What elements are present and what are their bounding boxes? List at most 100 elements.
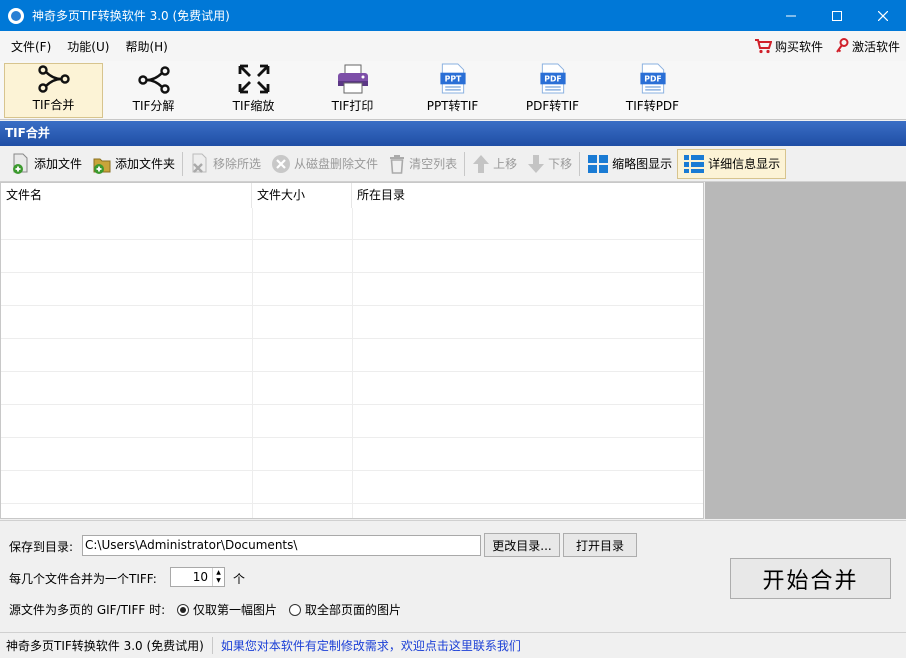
tool-label: TIF分解 xyxy=(132,99,175,113)
tool-label: TIF缩放 xyxy=(232,99,275,113)
status-contact-link[interactable]: 如果您对本软件有定制修改需求，欢迎点击这里联系我们 xyxy=(213,637,521,654)
add-folder-icon xyxy=(93,158,111,174)
delete-circle-icon xyxy=(272,154,291,173)
menu-function[interactable]: 功能(U) xyxy=(59,38,117,55)
merge-count-label: 每几个文件合并为一个TIFF: xyxy=(9,572,157,586)
menu-help[interactable]: 帮助(H) xyxy=(117,38,175,55)
move-up-label: 上移 xyxy=(493,157,518,171)
svg-text:PDF: PDF xyxy=(644,74,661,83)
tool-label: TIF合并 xyxy=(32,98,75,112)
remove-selected-button[interactable]: 移除所选 xyxy=(185,149,266,179)
save-path-input[interactable]: C:\Users\Administrator\Documents\ xyxy=(82,535,481,556)
tool-tif-resize[interactable]: TIF缩放 xyxy=(204,63,303,118)
arrow-down-icon xyxy=(528,154,545,173)
add-folder-button[interactable]: 添加文件夹 xyxy=(87,149,180,179)
activate-software-label: 激活软件 xyxy=(851,39,900,54)
resize-icon xyxy=(238,64,269,94)
file-list-header: 文件名 文件大小 所在目录 xyxy=(1,183,703,208)
delete-from-disk-label: 从磁盘删除文件 xyxy=(294,157,379,171)
main-toolbar: TIF合并 TIF分解 TIF缩放 TIF打印 PPT PPT转TIF PDF … xyxy=(0,61,906,120)
merge-icon xyxy=(37,65,70,93)
radio-first-page-label: 仅取第一幅图片 xyxy=(193,603,278,617)
radio-all-pages[interactable]: 取全部页面的图片 xyxy=(289,601,401,618)
printer-icon xyxy=(337,64,368,94)
tool-tif-split[interactable]: TIF分解 xyxy=(104,63,203,118)
panel-title: TIF合并 xyxy=(0,121,906,146)
file-toolbar: 添加文件 添加文件夹 移除所选 从磁盘删除文件 清空列表 上移 下移 缩略图显示… xyxy=(0,146,906,182)
key-icon xyxy=(836,38,849,53)
toolbar-separator xyxy=(579,151,581,176)
pdf-file-icon: PDF xyxy=(639,63,666,94)
column-header-filesize[interactable]: 文件大小 xyxy=(252,183,352,208)
thumbnail-view-label: 缩略图显示 xyxy=(612,157,673,171)
clear-list-label: 清空列表 xyxy=(409,157,458,171)
move-down-button[interactable]: 下移 xyxy=(522,149,577,179)
cart-icon xyxy=(754,39,772,54)
radio-unchecked-icon xyxy=(289,603,301,616)
add-file-label: 添加文件 xyxy=(34,157,83,171)
tool-ppt-to-tif[interactable]: PPT PPT转TIF xyxy=(403,63,502,118)
app-icon xyxy=(8,7,24,24)
svg-text:PPT: PPT xyxy=(444,74,461,83)
preview-pane xyxy=(705,182,906,519)
status-bar: 神奇多页TIF转换软件 3.0 (免费试用) 如果您对本软件有定制修改需求，欢迎… xyxy=(0,632,906,658)
tool-tif-print[interactable]: TIF打印 xyxy=(303,63,402,118)
status-app-name: 神奇多页TIF转换软件 3.0 (免费试用) xyxy=(0,637,213,654)
move-up-button[interactable]: 上移 xyxy=(467,149,522,179)
window-title: 神奇多页TIF转换软件 3.0 (免费试用) xyxy=(32,9,230,23)
split-icon xyxy=(137,66,170,94)
window-controls xyxy=(768,0,906,31)
stepper-arrows-icon[interactable]: ▲ ▼ xyxy=(212,568,224,586)
add-file-icon xyxy=(13,153,28,174)
start-merge-button[interactable]: 开始合并 xyxy=(730,558,891,599)
list-icon xyxy=(684,154,705,173)
column-header-filename[interactable]: 文件名 xyxy=(1,183,252,208)
tool-label: PPT转TIF xyxy=(426,99,479,113)
delete-from-disk-button[interactable]: 从磁盘删除文件 xyxy=(266,149,383,179)
multipage-label: 源文件为多页的 GIF/TIFF 时: xyxy=(9,603,166,617)
tool-label: TIF打印 xyxy=(331,99,374,113)
buy-software-label: 购买软件 xyxy=(774,39,823,54)
tool-tif-merge[interactable]: TIF合并 xyxy=(4,63,103,118)
thumbnail-view-button[interactable]: 缩略图显示 xyxy=(582,149,677,179)
toolbar-separator xyxy=(182,151,184,176)
change-dir-button[interactable]: 更改目录... xyxy=(484,533,560,557)
grid-icon xyxy=(588,154,609,173)
radio-first-page[interactable]: 仅取第一幅图片 xyxy=(177,601,277,618)
merge-unit-label: 个 xyxy=(233,572,246,586)
tool-tif-to-pdf[interactable]: PDF TIF转PDF xyxy=(603,63,702,118)
detail-view-button[interactable]: 详细信息显示 xyxy=(677,148,787,179)
add-folder-label: 添加文件夹 xyxy=(115,157,176,171)
pdf-file-icon: PDF xyxy=(539,63,566,94)
tool-pdf-to-tif[interactable]: PDF PDF转TIF xyxy=(503,63,602,118)
save-dir-label: 保存到目录: xyxy=(9,540,74,554)
remove-file-icon xyxy=(192,153,207,173)
radio-checked-icon xyxy=(177,603,189,616)
minimize-icon xyxy=(786,15,796,16)
settings-panel: 保存到目录: C:\Users\Administrator\Documents\… xyxy=(0,520,906,632)
activate-software-link[interactable]: 激活软件 xyxy=(835,38,900,55)
ppt-file-icon: PPT xyxy=(439,63,466,94)
minimize-button[interactable] xyxy=(768,0,814,31)
tool-label: PDF转TIF xyxy=(525,99,580,113)
merge-count-value: 10 xyxy=(192,570,208,584)
menu-file[interactable]: 文件(F) xyxy=(3,38,59,55)
clear-list-button[interactable]: 清空列表 xyxy=(383,149,462,179)
trash-icon xyxy=(390,154,405,174)
maximize-icon xyxy=(832,10,842,21)
radio-all-pages-label: 取全部页面的图片 xyxy=(305,603,402,617)
detail-view-label: 详细信息显示 xyxy=(708,157,781,171)
close-icon xyxy=(878,10,888,21)
add-file-button[interactable]: 添加文件 xyxy=(6,149,87,179)
move-down-label: 下移 xyxy=(548,157,573,171)
maximize-button[interactable] xyxy=(814,0,860,31)
close-button[interactable] xyxy=(860,0,906,31)
file-list[interactable]: 文件名 文件大小 所在目录 xyxy=(0,182,704,519)
merge-count-stepper[interactable]: 10 ▲ ▼ xyxy=(170,567,225,587)
column-header-directory[interactable]: 所在目录 xyxy=(352,183,703,208)
svg-text:PDF: PDF xyxy=(544,74,561,83)
open-dir-button[interactable]: 打开目录 xyxy=(563,533,637,557)
title-bar: 神奇多页TIF转换软件 3.0 (免费试用) xyxy=(0,0,906,31)
buy-software-link[interactable]: 购买软件 xyxy=(754,38,823,55)
menu-bar: 文件(F) 功能(U) 帮助(H) 购买软件 激活软件 xyxy=(0,31,906,61)
